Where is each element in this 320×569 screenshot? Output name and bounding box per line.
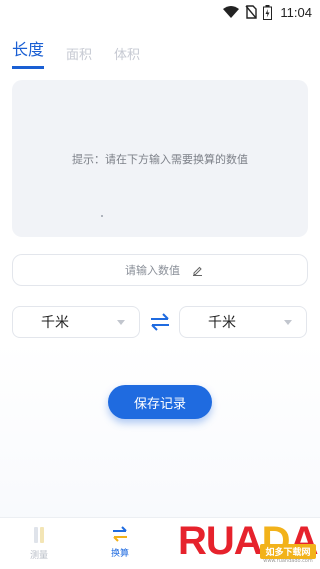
swap-units-button[interactable]: [149, 312, 171, 332]
convert-icon: [113, 526, 127, 542]
wifi-icon: [223, 6, 240, 18]
watermark-subtitle: 如多下载网: [260, 544, 316, 559]
dot-marker: [101, 215, 103, 217]
no-sim-icon: [245, 5, 258, 19]
result-hint: 提示：请在下方输入需要换算的数值: [72, 152, 248, 166]
tab-length[interactable]: 长度: [12, 36, 45, 69]
watermark-logo: RUADA 如多下载网 www.ruandado.com: [178, 514, 320, 569]
save-record-button[interactable]: 保存记录: [108, 385, 212, 419]
status-time: 11:04: [280, 4, 312, 20]
chevron-down-icon: [117, 319, 125, 325]
from-unit-value: 千米: [41, 315, 69, 331]
swap-arrows-icon: [151, 313, 169, 331]
watermark-url: www.ruandado.com: [263, 558, 313, 564]
to-unit-select[interactable]: 千米: [179, 306, 307, 338]
tab-area[interactable]: 面积: [66, 44, 92, 69]
to-unit-value: 千米: [208, 315, 236, 331]
from-unit-select[interactable]: 千米: [12, 306, 140, 338]
value-input-box[interactable]: [12, 254, 308, 286]
status-bar: 11:04: [0, 0, 320, 24]
value-input[interactable]: [117, 263, 188, 277]
tab-bar: 长度 面积 体积: [12, 36, 140, 69]
ruler-icon: [34, 527, 44, 543]
nav-label-convert: 换算: [110, 549, 129, 559]
chevron-down-icon: [284, 319, 292, 325]
tab-volume[interactable]: 体积: [114, 44, 140, 69]
nav-label-measure: 测量: [29, 551, 48, 561]
nav-item-convert[interactable]: 换算: [100, 526, 140, 559]
nav-item-measure[interactable]: 测量: [19, 526, 59, 561]
edit-icon: [192, 261, 203, 280]
result-panel: 提示：请在下方输入需要换算的数值: [12, 80, 308, 237]
battery-icon: [263, 4, 273, 20]
